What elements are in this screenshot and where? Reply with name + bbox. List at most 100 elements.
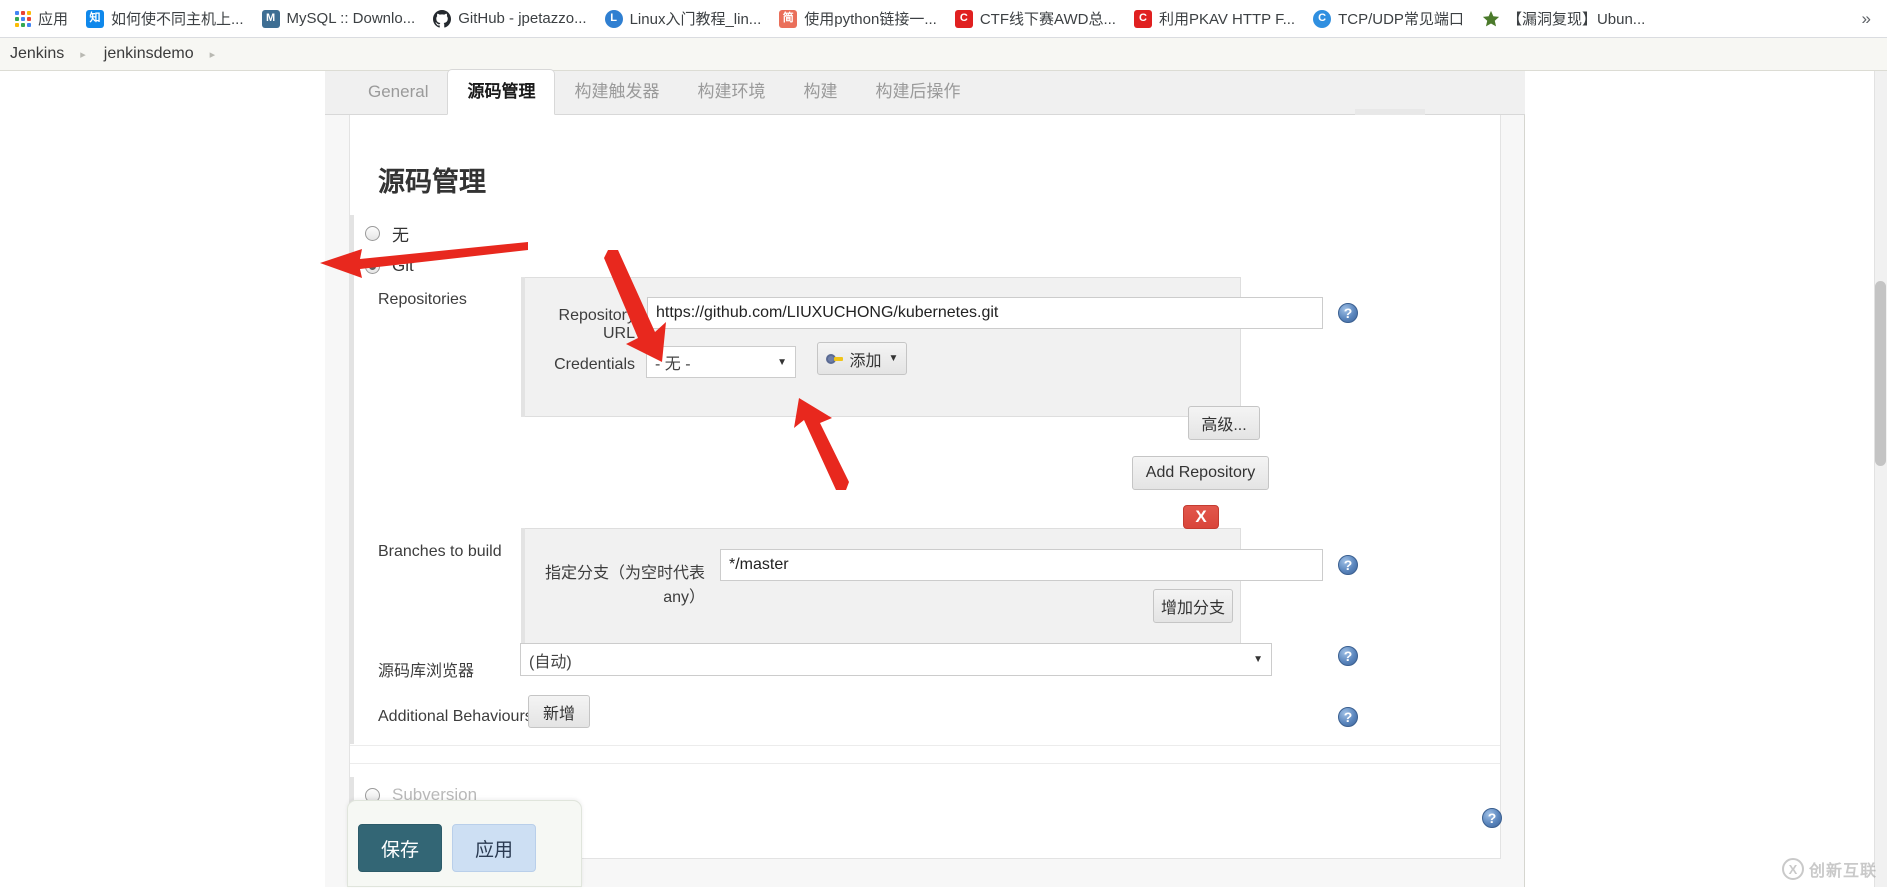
bookmark-label: CTF线下赛AWD总... xyxy=(980,8,1116,29)
add-behaviour-button[interactable]: 新增 xyxy=(528,695,590,728)
scm-option-git-label: Git xyxy=(392,256,414,276)
add-credentials-label: 添加 xyxy=(850,347,882,371)
zhihu-icon: 知 xyxy=(86,10,104,28)
page-scrollbar-thumb[interactable] xyxy=(1875,281,1886,466)
page-title: 源码管理 xyxy=(378,160,486,199)
repositories-section-label: Repositories xyxy=(378,287,467,309)
chevron-down-icon: ▼ xyxy=(889,353,899,364)
browser-bookmark-bar: 应用 知 如何使不同主机上... M MySQL :: Downlo... Gi… xyxy=(0,0,1887,38)
csdn-icon: C xyxy=(1134,10,1152,28)
save-apply-bar: 保存 应用 xyxy=(347,800,582,887)
bookmark-jianshu[interactable]: 简 使用python链接一... xyxy=(770,4,946,34)
csdn-blue-icon: C xyxy=(1313,10,1331,28)
bookmark-github[interactable]: GitHub - jpetazzo... xyxy=(424,4,595,34)
branches-subpanel-tick xyxy=(521,528,525,644)
repositories-subpanel-tick xyxy=(521,277,525,417)
jianshu-icon: 简 xyxy=(779,10,797,28)
help-icon-additional-behaviours[interactable]: ? xyxy=(1338,707,1358,727)
save-button[interactable]: 保存 xyxy=(358,824,442,872)
breadcrumb: Jenkins ▸ jenkinsdemo ▸ xyxy=(0,38,1887,71)
bookmark-label: GitHub - jpetazzo... xyxy=(458,10,586,27)
tab-general[interactable]: General xyxy=(349,70,447,114)
bookmark-label: 如何使不同主机上... xyxy=(111,8,244,29)
star-icon xyxy=(1482,10,1500,28)
job-config-panel: General 源码管理 构建触发器 构建环境 构建 构建后操作 源码管理 无 … xyxy=(325,71,1525,887)
apply-button[interactable]: 应用 xyxy=(452,824,536,872)
branches-section-label: Branches to build xyxy=(378,539,502,561)
watermark: X 创新互联 xyxy=(1782,857,1877,881)
credentials-label: Credentials xyxy=(535,356,635,374)
credentials-select[interactable]: - 无 - ▼ xyxy=(646,346,796,378)
tab-build[interactable]: 构建 xyxy=(784,70,856,114)
bookmark-linux-tutorial[interactable]: L Linux入门教程_lin... xyxy=(596,4,771,34)
section-divider xyxy=(350,745,1501,746)
bookmark-apps[interactable]: 应用 xyxy=(6,4,77,34)
csdn-icon: C xyxy=(955,10,973,28)
breadcrumb-item-jenkins[interactable]: Jenkins xyxy=(6,45,68,63)
breadcrumb-separator-icon: ▸ xyxy=(198,48,230,61)
breadcrumb-separator-icon: ▸ xyxy=(68,48,100,61)
bookmark-zhihu[interactable]: 知 如何使不同主机上... xyxy=(77,4,253,34)
branch-specifier-label: 指定分支（为空时代表any） xyxy=(535,559,705,607)
config-tab-bar: General 源码管理 构建触发器 构建环境 构建 构建后操作 xyxy=(325,71,1525,115)
scm-option-none-label: 无 xyxy=(392,221,409,246)
section-divider xyxy=(350,763,1501,764)
bookmark-tcp-udp-ports[interactable]: C TCP/UDP常见端口 xyxy=(1304,4,1473,34)
scm-option-none[interactable]: 无 xyxy=(350,215,1450,251)
watermark-logo-icon: X xyxy=(1782,858,1804,880)
tab-build-environment[interactable]: 构建环境 xyxy=(678,70,784,114)
row-tick xyxy=(350,248,354,284)
tab-build-triggers[interactable]: 构建触发器 xyxy=(555,70,678,114)
bookmark-label: 应用 xyxy=(38,8,68,29)
radio-none[interactable] xyxy=(365,226,380,241)
bookmark-label: 利用PKAV HTTP F... xyxy=(1159,8,1295,29)
add-branch-button[interactable]: 增加分支 xyxy=(1153,589,1233,623)
bookmark-pkav-http[interactable]: C 利用PKAV HTTP F... xyxy=(1125,4,1304,34)
scm-config-card: 源码管理 无 Git Repositories Repository URL ?… xyxy=(349,115,1501,859)
add-branch-label: 增加分支 xyxy=(1161,594,1225,618)
chevron-down-icon: ▼ xyxy=(1253,654,1263,665)
add-repository-label: Add Repository xyxy=(1146,464,1255,482)
repository-url-input[interactable] xyxy=(647,297,1323,329)
help-icon-branch[interactable]: ? xyxy=(1338,555,1358,575)
help-icon-repository-browser[interactable]: ? xyxy=(1338,646,1358,666)
bookmark-ubuntu-vuln[interactable]: 【漏洞复现】Ubun... xyxy=(1473,4,1654,34)
add-repository-button[interactable]: Add Repository xyxy=(1132,456,1269,490)
add-credentials-button[interactable]: 添加 ▼ xyxy=(817,342,907,375)
add-behaviour-label: 新增 xyxy=(543,700,575,724)
repository-browser-value: (自动) xyxy=(529,648,572,672)
mysql-icon: M xyxy=(262,10,280,28)
help-icon-build-triggers[interactable]: ? xyxy=(1482,808,1502,828)
chevron-down-icon: ▼ xyxy=(777,357,787,368)
left-empty-column xyxy=(0,71,325,887)
advanced-label: 高级... xyxy=(1201,411,1246,435)
repository-browser-select[interactable]: (自动) ▼ xyxy=(520,643,1272,676)
bookmark-label: TCP/UDP常见端口 xyxy=(1338,8,1464,29)
breadcrumb-item-jenkinsdemo[interactable]: jenkinsdemo xyxy=(100,45,198,63)
bookmark-label: 【漏洞复现】Ubun... xyxy=(1507,8,1645,29)
bookmark-label: Linux入门教程_lin... xyxy=(630,8,762,29)
github-icon xyxy=(433,10,451,28)
advanced-button[interactable]: 高级... xyxy=(1188,406,1260,440)
delete-branch-button[interactable]: X xyxy=(1183,505,1219,529)
bookmark-label: MySQL :: Downlo... xyxy=(287,10,416,27)
key-icon xyxy=(826,353,843,365)
repository-browser-label: 源码库浏览器 xyxy=(378,653,474,681)
bookmark-mysql[interactable]: M MySQL :: Downlo... xyxy=(253,4,425,34)
apps-grid-icon xyxy=(15,11,31,27)
additional-behaviours-label: Additional Behaviours xyxy=(378,704,533,726)
credentials-select-value: - 无 - xyxy=(655,350,691,374)
help-icon-repository-url[interactable]: ? xyxy=(1338,303,1358,323)
page-scrollbar-track[interactable] xyxy=(1874,71,1887,887)
tab-post-build-actions[interactable]: 构建后操作 xyxy=(856,70,979,114)
bookmark-label: 使用python链接一... xyxy=(804,8,937,29)
git-section-tick xyxy=(350,284,354,744)
repository-url-label: Repository URL xyxy=(535,307,635,343)
radio-git[interactable] xyxy=(365,259,380,274)
tab-source-code-management[interactable]: 源码管理 xyxy=(447,69,555,115)
watermark-text: 创新互联 xyxy=(1809,857,1877,881)
bookmark-ctf-awd[interactable]: C CTF线下赛AWD总... xyxy=(946,4,1125,34)
globe-icon: L xyxy=(605,10,623,28)
bookmarks-overflow-button[interactable]: » xyxy=(1852,9,1881,29)
branch-specifier-input[interactable] xyxy=(720,549,1323,581)
